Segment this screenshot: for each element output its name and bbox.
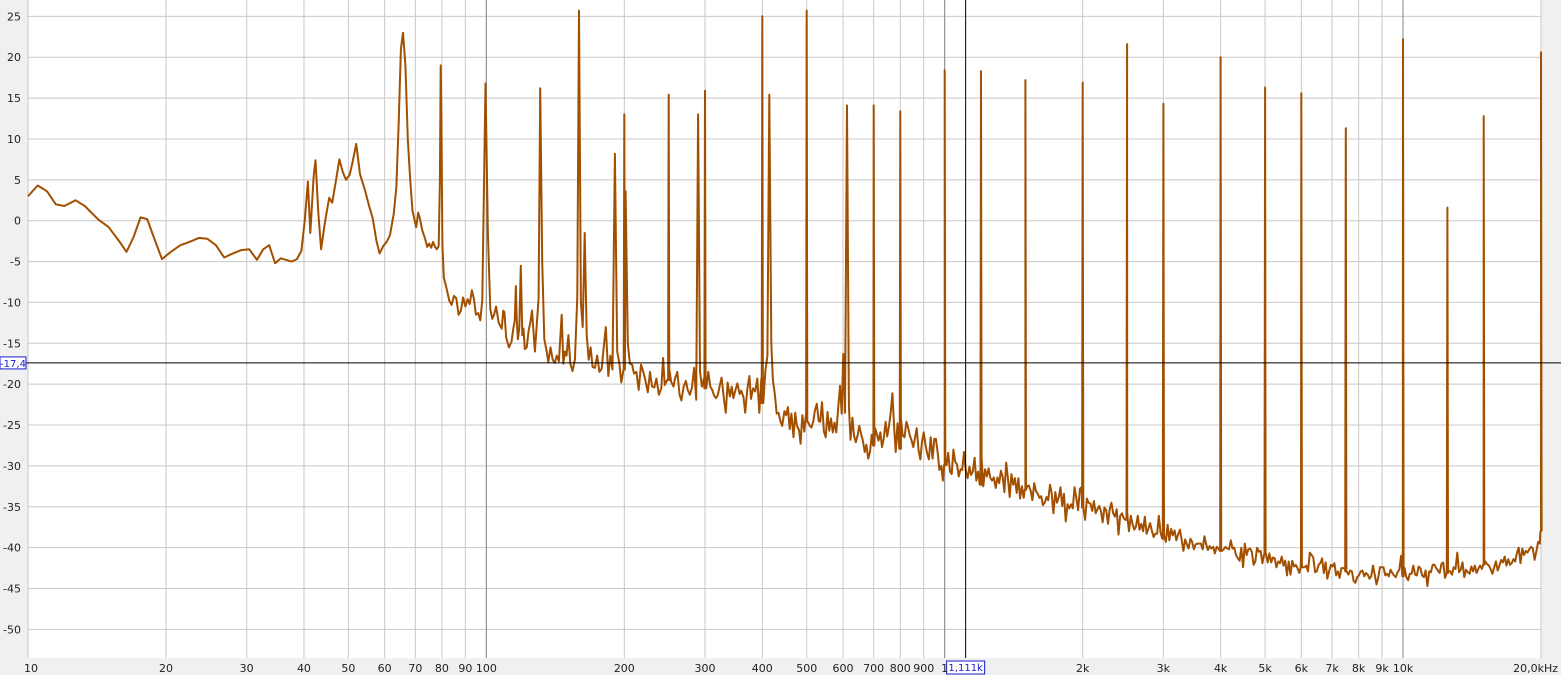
x-tick-label: 900 bbox=[913, 662, 934, 675]
y-tick-label: -10 bbox=[3, 296, 21, 309]
x-tick-label: 10k bbox=[1393, 662, 1414, 675]
x-tick-label: 30 bbox=[240, 662, 254, 675]
x-tick-label: 100 bbox=[476, 662, 497, 675]
y-tick-label: 0 bbox=[14, 215, 21, 228]
x-tick-label: 3k bbox=[1157, 662, 1171, 675]
x-tick-label: 700 bbox=[863, 662, 884, 675]
x-tick-label: 20 bbox=[159, 662, 173, 675]
y-tick-label: 10 bbox=[7, 133, 21, 146]
x-tick-label: 7k bbox=[1325, 662, 1339, 675]
y-tick-label: 25 bbox=[7, 10, 21, 23]
x-tick-label: 1 bbox=[941, 662, 948, 675]
spectrum-plot[interactable]: -17,41,111k 2520151050-5-10-15-20-25-30-… bbox=[0, 0, 1561, 675]
x-tick-label: 50 bbox=[341, 662, 355, 675]
x-tick-label: 800 bbox=[890, 662, 911, 675]
y-tick-label: -40 bbox=[3, 542, 21, 555]
x-tick-label: 9k bbox=[1375, 662, 1389, 675]
cursor-x-readout: 1,111k bbox=[948, 663, 983, 674]
y-tick-label: 15 bbox=[7, 92, 21, 105]
x-tick-label: 400 bbox=[752, 662, 773, 675]
x-tick-label: 80 bbox=[435, 662, 449, 675]
y-tick-label: -25 bbox=[3, 419, 21, 432]
x-tick-label: 300 bbox=[695, 662, 716, 675]
x-tick-label: 70 bbox=[408, 662, 422, 675]
y-tick-label: -50 bbox=[3, 623, 21, 636]
y-tick-label: 5 bbox=[14, 174, 21, 187]
x-tick-label: 90 bbox=[458, 662, 472, 675]
spectrum-chart: -17,4 1,111k 25 20 15 10 5 0 -5 -10 -15 -20 -25 -30-… bbox=[0, 0, 1561, 675]
y-tick-label: -30 bbox=[3, 460, 21, 473]
x-tick-label: 600 bbox=[833, 662, 854, 675]
y-tick-label: -5 bbox=[10, 256, 21, 269]
y-tick-label: -20 bbox=[3, 378, 21, 391]
x-tick-label: 40 bbox=[297, 662, 311, 675]
x-tick-label: 200 bbox=[614, 662, 635, 675]
x-tick-label: 20,0kHz bbox=[1513, 662, 1558, 675]
y-tick-label: -35 bbox=[3, 501, 21, 514]
x-tick-label: 500 bbox=[796, 662, 817, 675]
cursor-y-readout: -17,4 bbox=[0, 359, 26, 370]
y-tick-label: -45 bbox=[3, 583, 21, 596]
x-tick-label: 2k bbox=[1076, 662, 1090, 675]
x-tick-label: 6k bbox=[1295, 662, 1309, 675]
y-tick-label: 20 bbox=[7, 51, 21, 64]
x-tick-label: 60 bbox=[378, 662, 392, 675]
x-tick-label: 4k bbox=[1214, 662, 1228, 675]
x-tick-label: 5k bbox=[1258, 662, 1272, 675]
y-tick-label: -15 bbox=[3, 337, 21, 350]
x-tick-label: 10 bbox=[24, 662, 38, 675]
x-tick-label: 8k bbox=[1352, 662, 1366, 675]
